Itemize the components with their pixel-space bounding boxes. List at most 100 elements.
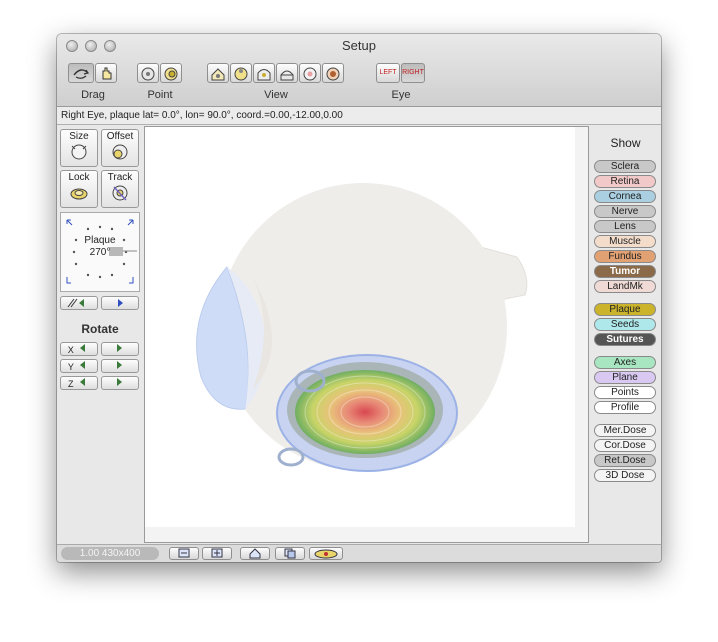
rotate-y-negative-button[interactable]: Y — [60, 359, 98, 373]
offset-label: Offset — [106, 131, 134, 142]
left-control-panel: Size Offset Lock Track Plaque 270° Rotat… — [57, 126, 143, 544]
eye-model-render — [145, 127, 588, 542]
show-toggle-seeds[interactable]: Seeds — [594, 318, 656, 331]
home-eye-icon — [211, 68, 225, 81]
drag-hand-button[interactable] — [95, 63, 117, 83]
plaque-orientation-widget[interactable]: Plaque 270° — [60, 212, 140, 292]
show-toggle-tumor[interactable]: Tumor — [594, 265, 656, 278]
rotate-z-negative-button[interactable]: Z — [60, 376, 98, 390]
drag-tool-group — [68, 63, 118, 87]
show-toggle-axes[interactable]: Axes — [594, 356, 656, 369]
offset-eye-icon — [112, 144, 128, 160]
hand-icon — [102, 67, 112, 80]
rotate-x-negative-button[interactable]: X — [60, 342, 98, 356]
eye-side-icon — [257, 69, 271, 81]
size-button[interactable]: Size — [60, 129, 98, 167]
axis-x-label: X — [67, 345, 74, 355]
show-toggle-sclera[interactable]: Sclera — [594, 160, 656, 173]
eye-back-icon — [326, 67, 340, 81]
drag-rotate-button[interactable] — [68, 63, 94, 83]
show-toggle-3d-dose[interactable]: 3D Dose — [594, 469, 656, 482]
triangle-right-icon — [118, 299, 123, 307]
zoom-in-button[interactable] — [202, 547, 232, 560]
track-eye-icon — [112, 185, 128, 201]
rotate-heading: Rotate — [81, 322, 119, 336]
view-back-button[interactable] — [322, 63, 344, 83]
show-toggle-ret-dose[interactable]: Ret.Dose — [594, 454, 656, 467]
home-icon — [249, 548, 261, 559]
lock-button[interactable]: Lock — [60, 170, 98, 208]
flag-left-icon — [80, 361, 86, 369]
reset-view-button[interactable] — [240, 547, 270, 560]
show-toggle-plane[interactable]: Plane — [594, 371, 656, 384]
eye-3d-viewport[interactable] — [144, 126, 589, 543]
show-toggle-retina[interactable]: Retina — [594, 175, 656, 188]
eye-label: Eye — [391, 89, 411, 101]
show-toggle-cornea[interactable]: Cornea — [594, 190, 656, 203]
rotate-cw-button[interactable] — [101, 296, 139, 310]
size-label: Size — [69, 131, 89, 142]
rotate-z-positive-button[interactable] — [101, 376, 139, 390]
show-toggle-points[interactable]: Points — [594, 386, 656, 399]
plaque-angle-value: 270° — [89, 247, 111, 258]
bottom-bar: 1.00 430x400 — [57, 544, 661, 562]
drag-label: Drag — [81, 89, 105, 101]
view-label: View — [264, 89, 288, 101]
view-home-button[interactable] — [207, 63, 229, 83]
rotate-x-positive-button[interactable] — [101, 342, 139, 356]
show-toggle-profile[interactable]: Profile — [594, 401, 656, 414]
track-label: Track — [107, 172, 133, 183]
view-side-button[interactable] — [253, 63, 275, 83]
show-toggle-nerve[interactable]: Nerve — [594, 205, 656, 218]
eyeball-icon — [141, 67, 155, 81]
track-button[interactable]: Track — [101, 170, 139, 208]
zoom-in-icon — [211, 548, 223, 558]
offset-button[interactable]: Offset — [101, 129, 139, 167]
left-eye-button[interactable]: LEFT — [376, 63, 400, 83]
eye-front-icon — [303, 67, 317, 81]
show-toggle-cor-dose[interactable]: Cor.Dose — [594, 439, 656, 452]
right-eye-button[interactable]: RIGHT — [401, 63, 425, 83]
view-front-button[interactable] — [299, 63, 321, 83]
flag-right-icon — [117, 378, 122, 386]
show-toggle-mer-dose[interactable]: Mer.Dose — [594, 424, 656, 437]
plaque-status-text: Right Eye, plaque lat= 0.0°, lon= 90.0°,… — [57, 107, 661, 125]
flag-right-icon — [117, 361, 122, 369]
zoom-out-button[interactable] — [169, 547, 199, 560]
title-bar: Setup Drag Point View LEFT RIGHT Eye — [57, 34, 661, 107]
plaque-icon — [314, 549, 338, 559]
show-toggle-landmk[interactable]: LandMk — [594, 280, 656, 293]
view-bottom-button[interactable] — [276, 63, 298, 83]
axis-y-label: Y — [67, 362, 74, 372]
rotate-ccw-icon — [67, 298, 84, 308]
show-toggle-sutures[interactable]: Sutures — [594, 333, 656, 346]
point-plaque-button[interactable] — [160, 63, 182, 83]
zoom-out-icon — [178, 548, 190, 558]
rotate-y-positive-button[interactable] — [101, 359, 139, 373]
rotate-ccw-button[interactable] — [60, 296, 98, 310]
plaque-preview-button[interactable] — [309, 547, 343, 560]
point-tool-group — [137, 63, 183, 87]
rotate-arrow-icon — [73, 69, 89, 79]
copy-image-button[interactable] — [275, 547, 305, 560]
eye-bottom-icon — [280, 70, 294, 81]
view-top-button[interactable] — [230, 63, 252, 83]
eye-top-icon — [234, 67, 248, 81]
vertical-scrollbar[interactable] — [575, 127, 588, 527]
show-toggle-fundus[interactable]: Fundus — [594, 250, 656, 263]
flag-left-icon — [80, 378, 85, 386]
flag-left-icon — [80, 344, 86, 352]
eye-tool-group: LEFT RIGHT — [376, 63, 426, 87]
horizontal-scrollbar[interactable] — [145, 527, 588, 542]
axis-z-label: Z — [67, 379, 74, 389]
show-toggle-plaque[interactable]: Plaque — [594, 303, 656, 316]
show-toggle-lens[interactable]: Lens — [594, 220, 656, 233]
show-toggle-muscle[interactable]: Muscle — [594, 235, 656, 248]
show-panel: Show Sclera Retina Cornea Nerve Lens Muscle Fu… — [590, 126, 661, 544]
size-ring-icon — [71, 144, 87, 160]
point-sclera-button[interactable] — [137, 63, 159, 83]
view-tool-group — [207, 63, 345, 87]
copy-icon — [284, 548, 296, 559]
setup-window: Setup Drag Point View LEFT RIGHT Eye Rig… — [57, 34, 661, 562]
lock-plaque-icon — [70, 188, 88, 200]
